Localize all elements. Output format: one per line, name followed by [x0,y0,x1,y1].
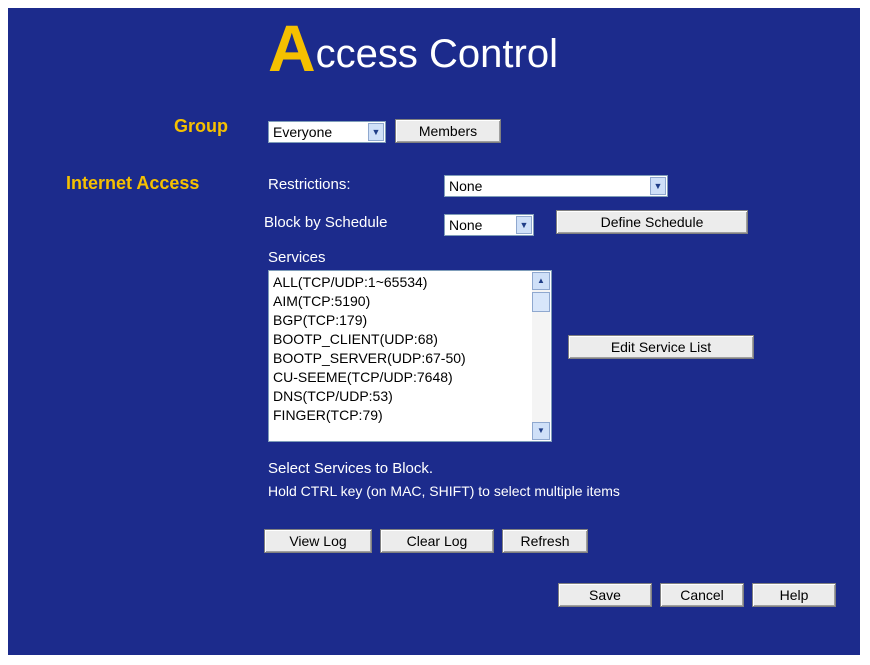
scroll-up-icon[interactable]: ▲ [532,272,550,290]
view-log-button[interactable]: View Log [264,529,372,553]
chevron-down-icon: ▼ [650,177,666,195]
list-item[interactable]: BOOTP_SERVER(UDP:67-50) [273,349,529,368]
clear-log-button[interactable]: Clear Log [380,529,494,553]
block-schedule-value: None [449,217,483,233]
services-hint-1: Select Services to Block. [268,460,434,477]
list-item[interactable]: ALL(TCP/UDP:1~65534) [273,273,529,292]
list-item[interactable]: AIM(TCP:5190) [273,292,529,311]
define-schedule-button[interactable]: Define Schedule [556,210,748,234]
title-rest: ccess Control [315,32,558,76]
chevron-down-icon: ▼ [516,216,532,234]
block-schedule-select[interactable]: None ▼ [444,214,534,236]
restrictions-value: None [449,178,483,194]
help-button[interactable]: Help [752,583,836,607]
list-item[interactable]: BGP(TCP:179) [273,311,529,330]
group-label: Group [174,116,228,136]
block-schedule-label: Block by Schedule [264,214,388,231]
services-hint-2: Hold CTRL key (on MAC, SHIFT) to select … [268,483,620,499]
edit-service-list-button[interactable]: Edit Service List [568,335,754,359]
scroll-thumb[interactable] [532,292,550,312]
list-item[interactable]: DNS(TCP/UDP:53) [273,387,529,406]
list-item[interactable]: CU-SEEME(TCP/UDP:7648) [273,368,529,387]
list-item[interactable]: FINGER(TCP:79) [273,406,529,425]
title-initial: A [268,11,316,85]
services-label: Services [268,249,326,266]
scroll-down-icon[interactable]: ▼ [532,422,550,440]
restrictions-label: Restrictions: [268,176,351,193]
save-button[interactable]: Save [558,583,652,607]
internet-access-label: Internet Access [66,173,200,193]
cancel-button[interactable]: Cancel [660,583,744,607]
refresh-button[interactable]: Refresh [502,529,588,553]
list-item[interactable]: BOOTP_CLIENT(UDP:68) [273,330,529,349]
group-select[interactable]: Everyone ▼ [268,121,386,143]
members-button[interactable]: Members [395,119,501,143]
chevron-down-icon: ▼ [368,123,384,141]
page-title: Access Control [268,15,558,84]
restrictions-select[interactable]: None ▼ [444,175,668,197]
services-scrollbar[interactable]: ▲ ▼ [532,272,550,440]
services-listbox[interactable]: ALL(TCP/UDP:1~65534) AIM(TCP:5190) BGP(T… [268,270,552,442]
group-select-value: Everyone [273,124,333,140]
